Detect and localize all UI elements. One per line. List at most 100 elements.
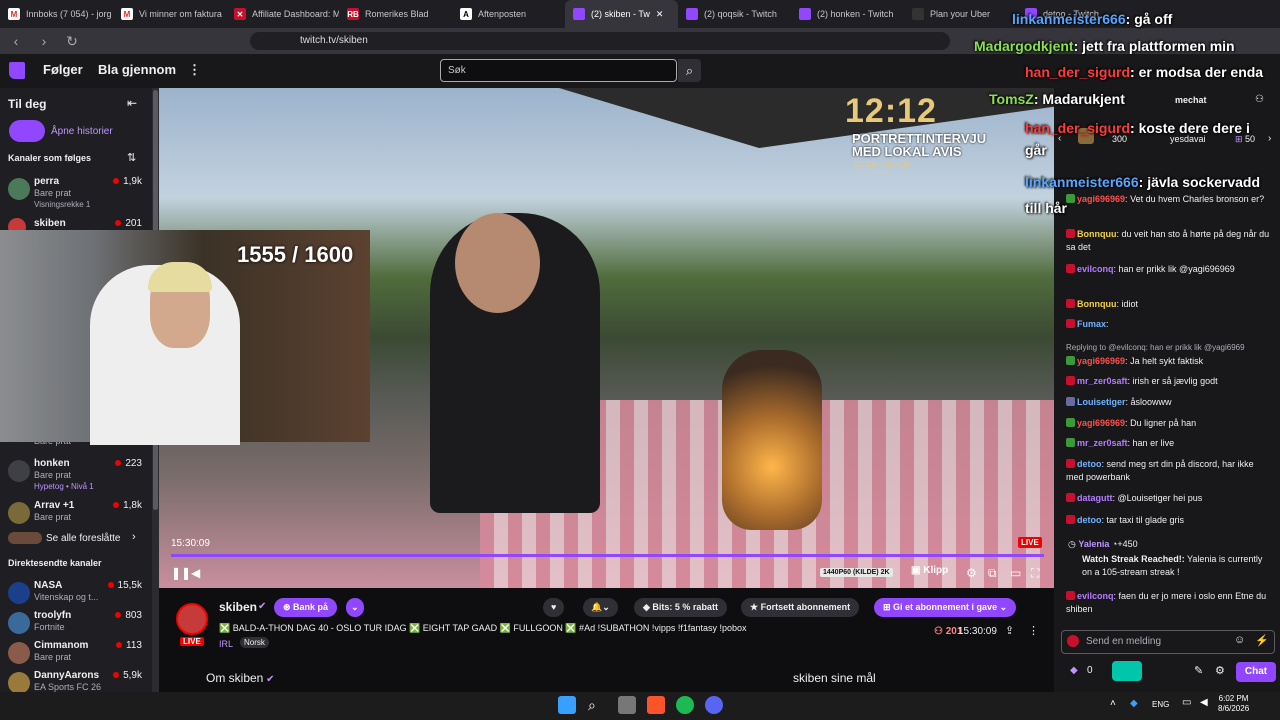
gift-icon: ⊞ <box>883 602 894 612</box>
chevron-right-icon[interactable]: › <box>132 531 136 543</box>
sidebar-item-skiben[interactable]: skiben 201 <box>0 214 152 236</box>
chat-settings-icon[interactable]: ⚙ <box>1215 664 1225 677</box>
theatre-mode-icon[interactable]: ▭ <box>1010 566 1021 580</box>
settings-icon[interactable]: ⚙ <box>966 566 977 580</box>
about-heading: Om skiben ✔ <box>206 671 275 685</box>
back-icon[interactable]: ‹ <box>8 33 24 49</box>
browser-tab[interactable]: M Innboks (7 054) - jorg <box>0 0 113 28</box>
notifications-icon[interactable]: 🔔⌄ <box>583 598 618 617</box>
browser-tab[interactable]: Plan your Uber <box>904 0 1017 28</box>
rewards-icon[interactable] <box>1112 661 1142 681</box>
pause-icon[interactable]: ❚❚ <box>171 566 191 580</box>
send-chat-button[interactable]: Chat <box>1236 662 1276 682</box>
task-view-icon[interactable] <box>618 696 636 714</box>
search-icon[interactable]: ⌕ <box>678 59 701 82</box>
nav-following[interactable]: Følger <box>43 62 83 77</box>
tray-icon[interactable]: ◆ <box>1130 698 1138 709</box>
sidebar-item-perra[interactable]: perra Bare prat Visningsrekke 1 1,9k <box>0 172 152 209</box>
stories-avatars[interactable] <box>9 120 45 142</box>
chevron-up-icon[interactable]: ˄ <box>1110 698 1116 709</box>
streamer-name[interactable]: skiben <box>219 600 257 614</box>
clip-icon: ▣ <box>911 565 924 576</box>
gift-sub-button[interactable]: ⊞ Gi et abonnement i gave ⌄ <box>874 598 1017 617</box>
gmail-icon: M <box>8 8 20 20</box>
open-stories-link[interactable]: Åpne historier <box>51 126 113 137</box>
fullscreen-icon[interactable]: ⛶ <box>1031 566 1039 581</box>
chat-message: datagutt: @Louisetiger hei pus <box>1066 492 1271 505</box>
network-icon[interactable]: ▭ <box>1182 697 1191 708</box>
chat-message: Fumax: <box>1066 318 1271 331</box>
channel-points-icon[interactable]: ◆ <box>1070 665 1078 676</box>
system-clock[interactable]: 6:02 PM 8/6/2026 <box>1218 694 1249 714</box>
bank-button[interactable]: ⊛ Bank på <box>274 598 338 617</box>
affiliate-icon: ✕ <box>234 8 246 20</box>
seek-bar[interactable] <box>171 554 1044 557</box>
chat-tools-icon[interactable]: ✎ <box>1194 664 1203 677</box>
browser-tab[interactable]: ✕ Affiliate Dashboard: M <box>226 0 339 28</box>
clip-button[interactable]: ▣ Klipp <box>911 565 948 576</box>
browser-tab[interactable]: A Aftenposten <box>452 0 565 28</box>
url-field[interactable]: twitch.tv/skiben <box>250 32 950 50</box>
badge-icon <box>1066 515 1075 524</box>
person-icon: ⚇ <box>934 626 946 637</box>
overlay-chat-line: linkanmeister666: gå off <box>1012 11 1173 27</box>
star-icon: ★ <box>750 602 761 612</box>
browser-tab[interactable]: (2) honken - Twitch <box>791 0 904 28</box>
avatar <box>8 642 30 664</box>
suggested-avatars <box>8 532 42 544</box>
search-input[interactable]: Søk <box>440 59 677 82</box>
forward-icon[interactable]: › <box>36 33 52 49</box>
sort-icon[interactable]: ⇅ <box>127 151 136 164</box>
badge-icon <box>1066 591 1075 600</box>
stream-title: ❎ BALD-A-THON DAG 40 - OSLO TUR IDAG ❎ E… <box>219 623 747 633</box>
badge-icon <box>1066 493 1075 502</box>
collapse-sidebar-icon[interactable]: ⇤ <box>127 96 137 110</box>
bits-cheer-icon[interactable]: ⚡ <box>1255 634 1269 647</box>
mechat-label: mechat <box>1175 95 1207 105</box>
search-icon[interactable]: ⌕ <box>588 696 606 714</box>
streamer-avatar[interactable] <box>176 603 208 635</box>
continue-sub-button[interactable]: ★ Fortsett abonnement <box>741 598 860 617</box>
sidebar-item-honken[interactable]: honken Bare prat Hypetog • Nivå 1 223 <box>0 454 152 491</box>
reload-icon[interactable]: ↻ <box>64 33 80 50</box>
volume-icon[interactable]: ◀ <box>191 566 200 580</box>
badge-icon <box>1066 299 1075 308</box>
brave-browser-icon[interactable] <box>647 696 665 714</box>
sidebar-item-dannyaarons[interactable]: DannyAarons EA Sports FC 26 5,9k <box>0 666 152 694</box>
popout-icon[interactable]: ⧉ <box>988 566 997 581</box>
browser-tab[interactable]: M Vi minner om faktura <box>113 0 226 28</box>
verified-icon: ✔ <box>263 674 275 685</box>
browser-tab[interactable]: RB Romerikes Blad <box>339 0 452 28</box>
sidebar-item-arrav[interactable]: Arrav +1 Bare prat 1,8k <box>0 496 152 532</box>
browser-tab-active[interactable]: (2) skiben - Tw ✕ <box>565 0 678 28</box>
keyboard-language[interactable]: ENG <box>1152 700 1169 709</box>
spotify-icon[interactable] <box>676 696 694 714</box>
live-channels-title: Direktesendte kanaler <box>8 558 102 568</box>
chat-avatar <box>1067 635 1079 647</box>
overlay-chat-line: han_der_sigurd: er modsa der enda <box>1025 64 1264 80</box>
badge-icon <box>1066 319 1075 328</box>
browser-tab[interactable]: (2) qoqsik - Twitch <box>678 0 791 28</box>
bits-button[interactable]: ◆ Bits: 5 % rabatt <box>634 598 727 617</box>
more-icon[interactable]: ⋮ <box>188 62 201 78</box>
uptime: 15:30:09 <box>958 626 997 637</box>
category-link[interactable]: IRL <box>219 639 233 649</box>
twitch-logo-icon[interactable] <box>9 62 25 79</box>
see-all-suggested-link[interactable]: Se alle foreslåtte <box>46 533 121 544</box>
close-tab-icon[interactable]: ✕ <box>656 9 664 20</box>
language-tag[interactable]: Norsk <box>240 637 269 648</box>
share-icon[interactable]: ⇪ <box>1005 624 1014 637</box>
discord-icon[interactable] <box>705 696 723 714</box>
nav-browse[interactable]: Bla gjennom <box>98 62 176 77</box>
windows-start-icon[interactable] <box>558 696 576 714</box>
emote-icon[interactable]: ☺ <box>1234 634 1245 646</box>
volume-icon[interactable]: ◀ <box>1200 697 1208 708</box>
chevron-down-icon[interactable]: ⌄ <box>346 598 364 617</box>
more-options-icon[interactable]: ⋮ <box>1028 624 1039 637</box>
follow-heart-icon[interactable]: ♥ <box>543 598 565 617</box>
aftenposten-icon: A <box>460 8 472 20</box>
users-icon[interactable]: ⚇ <box>1255 94 1264 105</box>
avatar <box>8 612 30 634</box>
gmail-icon: M <box>121 8 133 20</box>
overlay-progress: 52 435 / 60 000 <box>854 160 910 169</box>
